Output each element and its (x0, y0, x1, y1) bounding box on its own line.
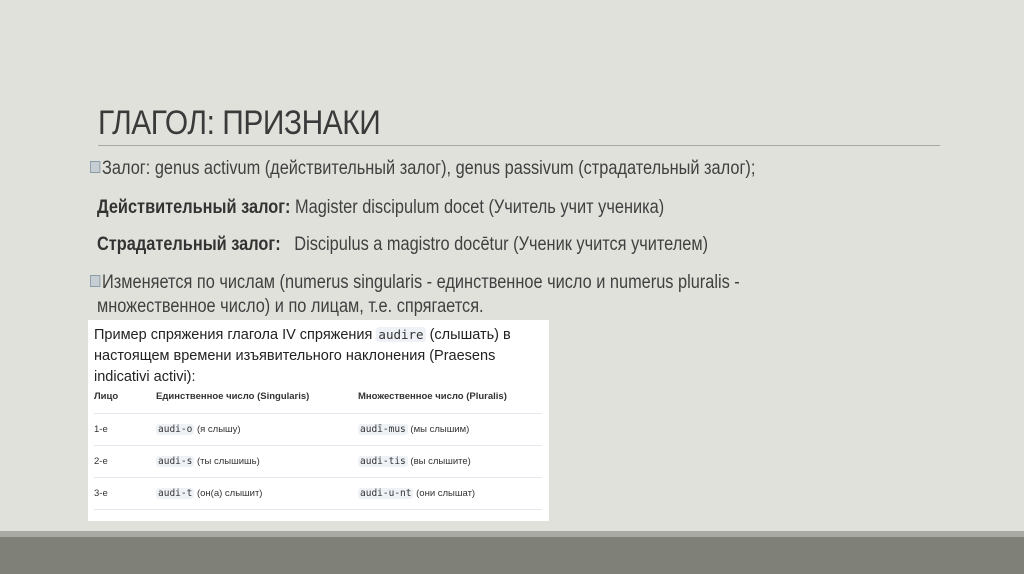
active-text: Magister discipulum docet (Учитель учит … (290, 197, 665, 218)
active-label: Действительный залог: (97, 197, 291, 218)
plural-cell: audi-tis (вы слышите) (358, 456, 471, 467)
passive-label: Страдательный залог: (97, 234, 281, 255)
header-plural: Множественное число (Pluralis) (358, 391, 507, 402)
bullet-number: Изменяется по числам (numerus singularis… (90, 272, 740, 294)
passive-voice-line: Страдательный залог: Discipulus a magist… (97, 234, 708, 256)
bullet-text: Залог: genus activum (действительный зал… (102, 158, 756, 179)
form-code: audi-s (156, 456, 195, 467)
square-bullet-icon (90, 275, 101, 287)
table-row: 3-е audi-t (он(а) слышит) audi-u-nt (они… (94, 478, 542, 510)
active-voice-line: Действительный залог: Magister discipulu… (97, 197, 664, 219)
caption-code: audire (376, 327, 426, 342)
bullet-number-cont: множественное число) и по лицам, т.е. сп… (97, 296, 484, 317)
translation: (я слышу) (194, 424, 241, 435)
form-code: audī-mus (358, 424, 408, 435)
title-divider (98, 145, 940, 146)
singular-cell: audi-o (я слышу) (156, 424, 241, 435)
translation: (они слышат) (413, 488, 476, 499)
translation: (мы слышим) (407, 424, 470, 435)
header-singular: Единственное число (Singularis) (156, 391, 310, 402)
person-cell: 1-е (94, 424, 108, 435)
translation: (вы слышите) (407, 456, 471, 467)
table-caption: Пример спряжения глагола IV спряжения au… (94, 324, 544, 388)
caption-text: Пример спряжения глагола IV спряжения (94, 327, 377, 343)
conjugation-table-image: Пример спряжения глагола IV спряжения au… (88, 320, 549, 521)
translation: (ты слышишь) (194, 456, 260, 467)
passive-text: Discipulus a magistro docētur (Ученик уч… (280, 234, 709, 255)
person-cell: 3-е (94, 488, 108, 499)
header-person: Лицо (94, 391, 119, 402)
plural-cell: audi-u-nt (они слышат) (358, 488, 475, 499)
singular-cell: audi-t (он(а) слышит) (156, 488, 262, 499)
form-code: audi-o (156, 424, 195, 435)
translation: (он(а) слышит) (194, 488, 263, 499)
form-code: audi-tis (358, 456, 408, 467)
singular-cell: audi-s (ты слышишь) (156, 456, 260, 467)
table-row: 1-е audi-o (я слышу) audī-mus (мы слышим… (94, 414, 542, 446)
table-header: Лицо Единственное число (Singularis) Мно… (94, 388, 542, 414)
form-code: audi-t (156, 488, 195, 499)
slide-title: ГЛАГОЛ: ПРИЗНАКИ (98, 104, 381, 142)
plural-cell: audī-mus (мы слышим) (358, 424, 469, 435)
bullet-voice: Залог: genus activum (действительный зал… (90, 158, 755, 180)
person-cell: 2-е (94, 456, 108, 467)
form-code: audi-u-nt (358, 488, 414, 499)
square-bullet-icon (90, 161, 101, 173)
footer-bar (0, 537, 1024, 574)
bullet-text: Изменяется по числам (numerus singularis… (102, 272, 740, 293)
table-row: 2-е audi-s (ты слышишь) audi-tis (вы слы… (94, 446, 542, 478)
